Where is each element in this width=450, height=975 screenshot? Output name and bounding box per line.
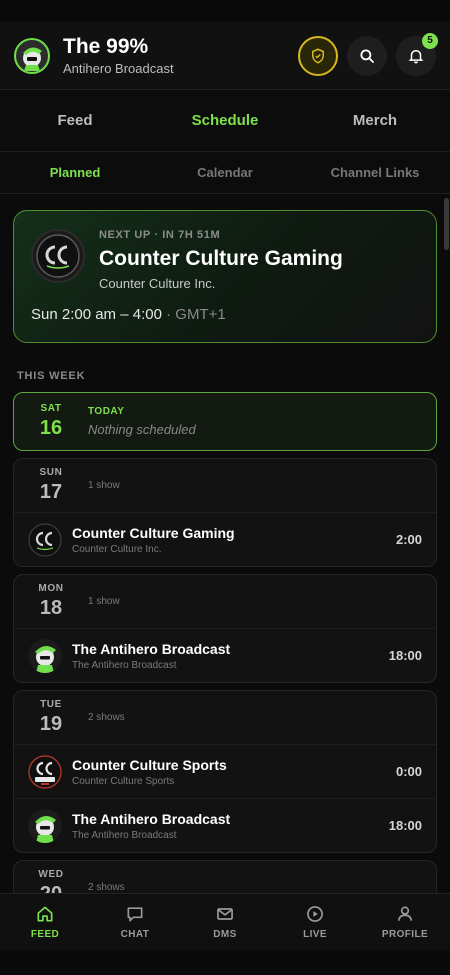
user-icon	[397, 906, 413, 921]
show-time: 18:00	[388, 818, 422, 833]
day-of-month: 18	[39, 597, 63, 619]
show-row[interactable]: Counter Culture Sports Counter Culture S…	[14, 744, 436, 798]
shield-check-icon	[312, 47, 324, 64]
status-bar	[0, 0, 450, 22]
day-of-month: 19	[39, 713, 63, 735]
day-of-week: WED	[38, 869, 64, 880]
day-of-month: 16	[39, 417, 63, 439]
subtab-channel-links[interactable]: Channel Links	[300, 152, 450, 193]
play-circle-icon	[307, 906, 323, 922]
nav-chat[interactable]: CHAT	[90, 894, 180, 950]
show-count: 2 shows	[88, 712, 125, 723]
home-icon	[37, 906, 53, 922]
bottom-nav: FEED CHAT DMS LIVE PROFILE	[0, 893, 450, 950]
day-header[interactable]: SUN 17 1 show	[14, 459, 436, 512]
search-icon	[360, 48, 374, 63]
channel-logo[interactable]	[14, 37, 50, 74]
next-up-org: Counter Culture Inc.	[99, 276, 216, 291]
chat-bubble-icon	[127, 907, 143, 922]
app-title: The 99%	[63, 35, 149, 58]
show-count: 2 shows	[88, 882, 125, 893]
show-time: 2:00	[395, 532, 422, 547]
next-up-eyebrow: NEXT UP · IN 7H 51M	[99, 229, 221, 241]
counter-culture-gaming-logo	[31, 229, 85, 283]
app-subtitle: Antihero Broadcast	[63, 61, 174, 76]
show-org: Counter Culture Inc.	[72, 543, 162, 555]
day-header[interactable]: MON 18 1 show	[14, 575, 436, 628]
show-org: The Antihero Broadcast	[72, 659, 177, 671]
show-row[interactable]: The Antihero Broadcast The Antihero Broa…	[14, 628, 436, 682]
nav-label: DMS	[213, 929, 237, 940]
show-org: The Antihero Broadcast	[72, 829, 177, 841]
empty-schedule-text: Nothing scheduled	[88, 422, 196, 437]
subtab-planned[interactable]: Planned	[0, 152, 150, 193]
show-time: 18:00	[388, 648, 422, 663]
show-name: Counter Culture Sports	[72, 756, 227, 773]
subtab-calendar[interactable]: Calendar	[150, 152, 300, 193]
show-name: The Antihero Broadcast	[72, 810, 231, 827]
day-of-week: MON	[38, 583, 64, 594]
nav-dms[interactable]: DMS	[180, 894, 270, 950]
day-card-sun: SUN 17 1 show Counter Culture Gaming Cou…	[13, 458, 437, 567]
show-row[interactable]: Counter Culture Gaming Counter Culture I…	[14, 512, 436, 566]
show-count: 1 show	[88, 596, 120, 607]
next-up-timezone: · GMT+1	[166, 306, 226, 323]
search-button[interactable]	[347, 35, 387, 76]
antihero-broadcast-logo	[28, 808, 62, 843]
nav-live[interactable]: LIVE	[270, 894, 360, 950]
nav-label: CHAT	[120, 929, 150, 940]
day-header[interactable]: TUE 19 2 shows	[14, 691, 436, 744]
next-up-time: Sun 2:00 am – 4:00 · GMT+1	[31, 306, 226, 323]
notification-badge: 5	[422, 32, 438, 49]
nav-label: LIVE	[303, 929, 327, 940]
tab-merch[interactable]: Merch	[300, 90, 450, 151]
tab-feed[interactable]: Feed	[0, 90, 150, 151]
show-time: 0:00	[395, 764, 422, 779]
show-row[interactable]: The Antihero Broadcast The Antihero Broa…	[14, 798, 436, 852]
next-up-card[interactable]: NEXT UP · IN 7H 51M Counter Culture Gami…	[13, 210, 437, 343]
main-tabs: Feed Schedule Merch	[0, 90, 450, 152]
counter-culture-gaming-logo	[28, 522, 62, 557]
show-name: Counter Culture Gaming	[72, 524, 235, 541]
mail-icon	[217, 908, 233, 920]
show-count: 1 show	[88, 480, 120, 491]
day-of-week: TUE	[40, 699, 62, 710]
scrollbar[interactable]	[444, 198, 449, 250]
schedule-content: NEXT UP · IN 7H 51M Counter Culture Gami…	[0, 195, 450, 895]
notifications-button[interactable]: 5	[396, 32, 438, 76]
membership-shield-button[interactable]	[298, 35, 338, 76]
tab-schedule[interactable]: Schedule	[150, 90, 300, 151]
show-name: The Antihero Broadcast	[72, 640, 231, 657]
antihero-broadcast-logo	[28, 638, 62, 673]
day-card-wed: WED 20 2 shows	[13, 860, 437, 895]
system-bottom-bar	[0, 950, 450, 975]
day-header[interactable]: WED 20 2 shows	[14, 861, 436, 895]
nav-feed[interactable]: FEED	[0, 894, 90, 950]
next-up-title: Counter Culture Gaming	[99, 247, 343, 270]
antihero-mascot-icon	[23, 46, 42, 71]
day-card-tue: TUE 19 2 shows Counter Culture Sports Co…	[13, 690, 437, 853]
day-of-week: SUN	[39, 467, 63, 478]
bell-icon	[408, 49, 424, 64]
nav-profile[interactable]: PROFILE	[360, 894, 450, 950]
app-header: The 99% Antihero Broadcast 5	[0, 22, 450, 90]
day-of-month: 17	[39, 481, 63, 503]
nav-label: FEED	[30, 929, 60, 940]
day-card-mon: MON 18 1 show The Antihero Broadcast The…	[13, 574, 437, 683]
today-label: TODAY	[88, 406, 125, 417]
schedule-subtabs: Planned Calendar Channel Links	[0, 152, 450, 194]
show-org: Counter Culture Sports	[72, 775, 175, 787]
day-of-week: SAT	[40, 403, 62, 414]
counter-culture-sports-logo	[28, 754, 62, 789]
section-label-this-week: THIS WEEK	[17, 370, 86, 382]
next-up-time-range: Sun 2:00 am – 4:00	[31, 306, 162, 323]
nav-label: PROFILE	[381, 929, 429, 940]
day-row-today[interactable]: SAT 16 TODAY Nothing scheduled	[13, 392, 437, 451]
